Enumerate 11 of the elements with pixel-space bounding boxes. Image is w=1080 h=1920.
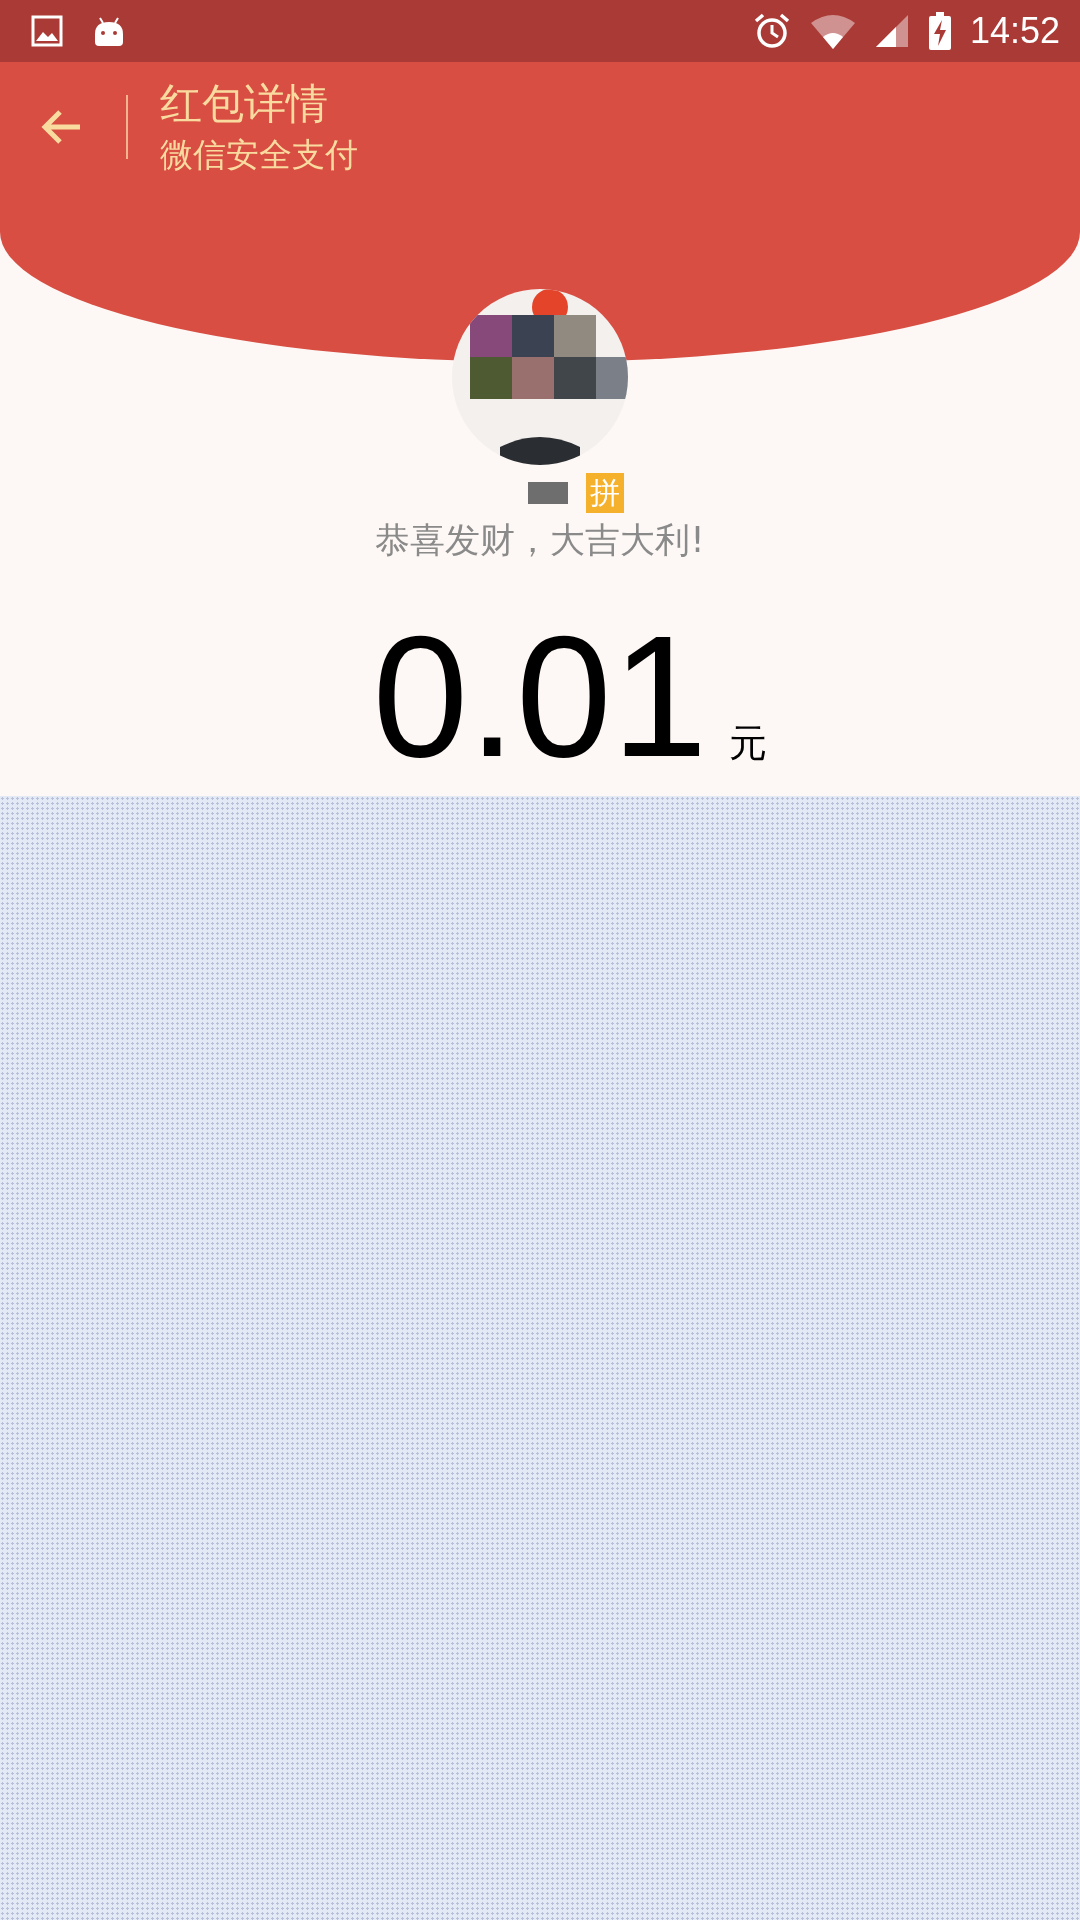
redaction-block [528, 482, 568, 504]
battery-charging-icon [927, 11, 952, 51]
status-time: 14:52 [969, 10, 1060, 52]
greeting-text: 恭喜发财，大吉大利! [375, 519, 705, 562]
wifi-icon [809, 13, 856, 49]
amount-value: 0.01 [372, 606, 708, 786]
amount-unit: 元 [729, 720, 768, 767]
page-subtitle: 微信安全支付 [160, 134, 358, 176]
page-title: 红包详情 [160, 78, 329, 130]
image-icon [30, 14, 64, 48]
tag-badge: 拼 [586, 473, 624, 513]
